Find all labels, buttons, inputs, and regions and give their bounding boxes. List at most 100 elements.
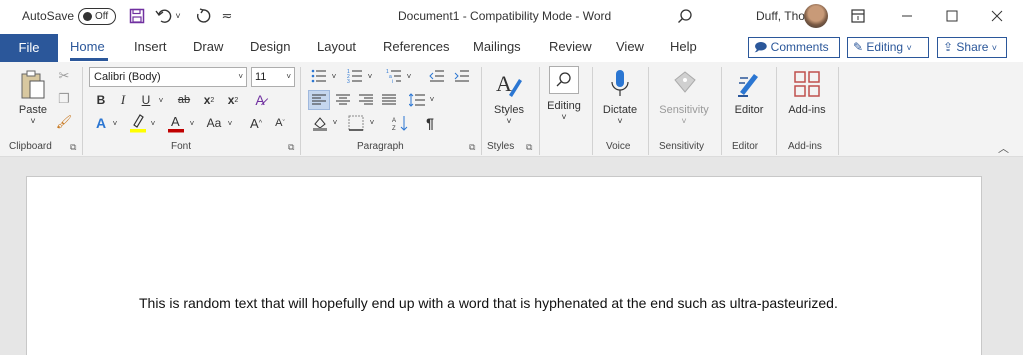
search-icon[interactable] [672,4,698,28]
increase-indent-icon[interactable] [453,67,471,85]
multilevel-list-icon[interactable]: 1ai [385,67,403,85]
shrink-font-button[interactable]: Aˇ [272,114,288,132]
tab-view[interactable]: View [616,33,644,62]
bold-button[interactable]: B [92,91,110,109]
text-effects-dropdown-icon[interactable]: ˅ [111,114,119,132]
subscript-button[interactable]: x2 [200,91,218,109]
find-icon[interactable] [549,66,579,94]
add-ins-label[interactable]: Add-ins [784,104,830,116]
shading-icon[interactable] [310,113,330,133]
editing-dropdown-icon[interactable]: ˅ [557,112,571,122]
align-right-icon[interactable] [356,90,376,110]
bullets-dropdown-icon[interactable]: ˅ [330,67,338,85]
minimize-icon[interactable] [892,4,922,28]
tab-file[interactable]: File [0,34,58,62]
font-color-icon[interactable]: A [166,112,186,134]
document-page[interactable]: This is random text that will hopefully … [26,176,982,355]
numbering-icon[interactable]: 123 [346,67,364,85]
paste-dropdown-icon[interactable]: ˅ [26,116,40,126]
dialog-launcher-icon[interactable]: ⧉ [526,142,532,153]
share-button[interactable]: ⇪ Share ˅ [937,37,1007,58]
editor-icon[interactable] [735,68,763,100]
borders-dropdown-icon[interactable]: ˅ [368,113,376,131]
dialog-launcher-icon[interactable]: ⧉ [288,142,294,153]
change-case-dropdown-icon[interactable]: ˅ [226,114,234,132]
avatar[interactable] [804,4,828,28]
undo-dropdown-icon[interactable]: ˅ [172,4,184,28]
line-spacing-dropdown-icon[interactable]: ˅ [428,90,436,108]
copy-icon[interactable]: ❐ [57,91,71,107]
dialog-launcher-icon[interactable]: ⧉ [70,142,76,153]
sort-icon[interactable]: AZ [390,113,410,133]
tab-design[interactable]: Design [250,33,290,62]
paste-icon[interactable] [16,68,50,102]
tab-help[interactable]: Help [670,33,697,62]
italic-button[interactable]: I [114,91,132,109]
dictate-dropdown-icon[interactable]: ˅ [613,116,627,126]
bullets-icon[interactable] [310,67,328,85]
ribbon-display-options-icon[interactable] [845,4,871,28]
tab-insert[interactable]: Insert [134,33,167,62]
tab-draw[interactable]: Draw [193,33,223,62]
dialog-launcher-icon[interactable]: ⧉ [469,142,475,153]
show-formatting-marks-icon[interactable]: ¶ [422,113,438,133]
editor-label[interactable]: Editor [728,104,770,116]
sensitivity-label[interactable]: Sensitivity [654,104,714,116]
comments-button[interactable]: 🗩 Comments [748,37,840,58]
highlight-color-icon[interactable] [128,112,148,134]
microphone-icon[interactable] [607,68,633,100]
svg-text:i: i [392,79,393,83]
dictate-label[interactable]: Dictate [598,104,642,116]
font-size-field[interactable]: 11 ˅ [251,67,295,87]
add-ins-icon[interactable] [792,68,822,100]
autosave-toggle[interactable]: Off [78,8,116,25]
ribbon-home: Paste ˅ ✂ ❐ 🖌 Clipboard ⧉ Calibri (Body)… [0,62,1023,157]
line-spacing-icon[interactable] [407,90,427,110]
styles-label[interactable]: Styles [491,104,527,116]
tab-references[interactable]: References [383,33,449,62]
svg-text:A: A [171,114,180,129]
borders-icon[interactable] [346,113,366,133]
underline-dropdown-icon[interactable]: ˅ [157,91,165,109]
maximize-icon[interactable] [937,4,967,28]
strikethrough-button[interactable]: ab [173,91,195,109]
tab-mailings[interactable]: Mailings [473,33,521,62]
grow-font-button[interactable]: A ^ [248,114,264,132]
editing-mode-button[interactable]: ✎ Editing ˅ [847,37,929,58]
align-left-button[interactable] [308,90,330,110]
text-effects-icon[interactable]: A [92,114,110,132]
format-painter-icon[interactable]: 🖌 [56,114,73,130]
justify-icon[interactable] [379,90,399,110]
save-icon[interactable] [124,4,150,28]
styles-dropdown-icon[interactable]: ˅ [502,116,516,126]
close-icon[interactable] [982,4,1012,28]
subscript-x: x [203,93,211,107]
sensitivity-icon[interactable] [670,68,698,100]
font-color-dropdown-icon[interactable]: ˅ [188,114,196,132]
ribbon-tab-bar: File Home Insert Draw Design Layout Refe… [0,33,1023,62]
tab-layout[interactable]: Layout [317,33,356,62]
center-align-icon[interactable] [333,90,353,110]
superscript-button[interactable]: x2 [224,91,242,109]
chevron-down-icon: ˅ [238,72,243,81]
editing-label[interactable]: Editing [541,100,587,112]
shading-dropdown-icon[interactable]: ˅ [331,113,339,131]
redo-icon[interactable] [190,4,216,28]
cut-icon[interactable]: ✂ [57,68,71,84]
clipboard-group-label: Clipboard [9,141,52,152]
sensitivity-dropdown-icon[interactable]: ˅ [677,116,691,126]
clear-formatting-icon[interactable]: A̷ [250,91,270,109]
numbering-dropdown-icon[interactable]: ˅ [366,67,374,85]
tab-review[interactable]: Review [549,33,592,62]
change-case-button[interactable]: Aa [203,114,225,132]
document-body-text[interactable]: This is random text that will hopefully … [139,291,859,315]
styles-icon[interactable]: A [494,68,524,100]
collapse-ribbon-icon[interactable]: ︿ [998,140,1009,156]
paste-label[interactable]: Paste [18,104,48,116]
multilevel-dropdown-icon[interactable]: ˅ [405,67,413,85]
decrease-indent-icon[interactable] [428,67,446,85]
underline-button[interactable]: U [137,91,155,109]
customize-toolbar-icon[interactable]: ≂ [218,4,236,28]
highlight-dropdown-icon[interactable]: ˅ [149,114,157,132]
font-name-field[interactable]: Calibri (Body) ˅ [89,67,247,87]
